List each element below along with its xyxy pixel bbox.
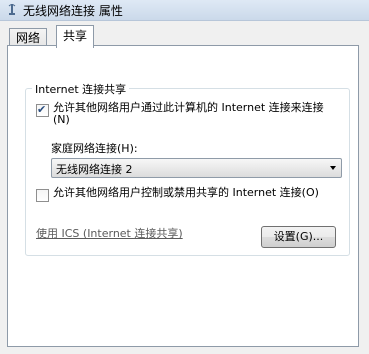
home-network-select[interactable]: 无线网络连接 2 xyxy=(51,158,342,178)
title-bar: 无线网络连接 属性 xyxy=(0,0,369,21)
allow-connect-checkbox[interactable]: ✔ xyxy=(36,103,49,117)
checkmark-icon: ✔ xyxy=(37,103,47,116)
network-adapter-icon xyxy=(8,4,16,15)
tab-sharing-label: 共享 xyxy=(63,29,88,43)
ics-help-link[interactable]: 使用 ICS (Internet 连接共享) xyxy=(36,225,183,241)
dialog-body: 网络 共享 Internet 连接共享 ✔ 允许其他网络用户通过此计算机的 In… xyxy=(0,21,369,354)
allow-control-checkbox[interactable] xyxy=(36,189,49,202)
settings-button[interactable]: 设置(G)... xyxy=(261,226,336,248)
home-network-label: 家庭网络连接(H): xyxy=(51,142,138,155)
ics-group-title: Internet 连接共享 xyxy=(32,81,130,97)
allow-connect-label[interactable]: 允许其他网络用户通过此计算机的 Internet 连接来连接(N) xyxy=(53,102,335,126)
window-title: 无线网络连接 属性 xyxy=(23,4,123,18)
chevron-down-icon[interactable] xyxy=(330,166,336,170)
home-network-select-value: 无线网络连接 2 xyxy=(56,163,133,176)
tab-sharing[interactable]: 共享 xyxy=(56,25,95,48)
ics-group-box: Internet 连接共享 ✔ 允许其他网络用户通过此计算机的 Internet… xyxy=(25,81,350,256)
sharing-tab-panel: Internet 连接共享 ✔ 允许其他网络用户通过此计算机的 Internet… xyxy=(7,45,359,347)
tab-network-label: 网络 xyxy=(16,31,41,45)
allow-control-label[interactable]: 允许其他网络用户控制或禁用共享的 Internet 连接(O) xyxy=(53,187,335,199)
